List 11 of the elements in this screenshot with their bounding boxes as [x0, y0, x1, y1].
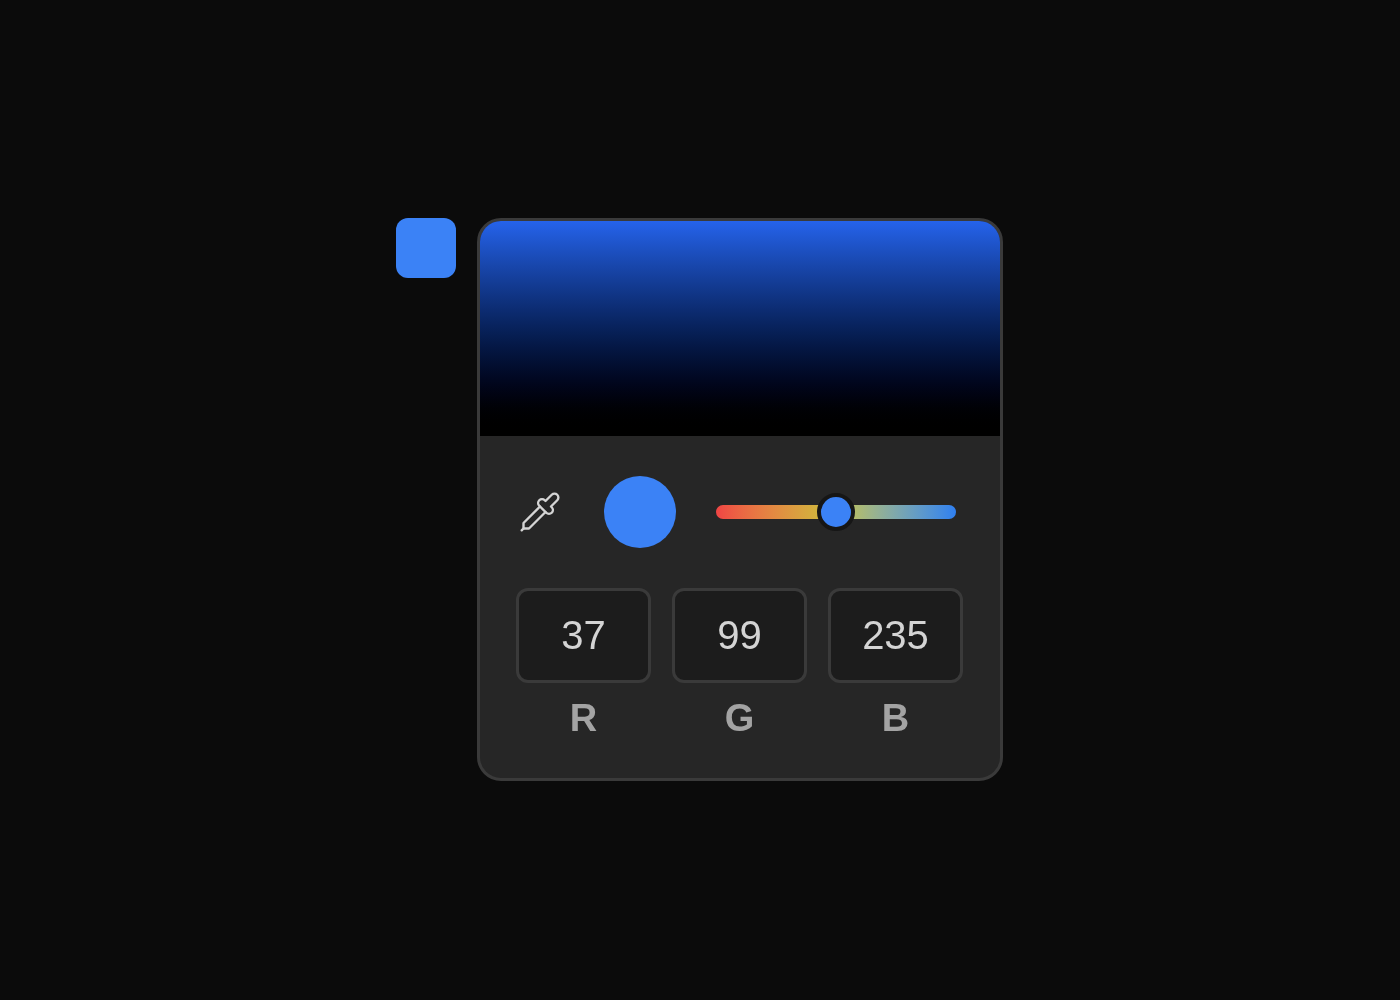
shade-gradient[interactable] — [480, 221, 1000, 436]
channel-label: G — [724, 696, 755, 741]
color-swatch[interactable] — [396, 218, 456, 278]
hue-slider[interactable] — [716, 493, 956, 531]
eyedropper-icon[interactable] — [518, 490, 562, 534]
channel-label: B — [881, 696, 910, 741]
slider-thumb[interactable] — [817, 493, 855, 531]
channel-label: R — [569, 696, 598, 741]
channel-field[interactable]: 99 — [672, 588, 807, 683]
channel-field[interactable]: 235 — [828, 588, 963, 683]
channel-field[interactable]: 37 — [516, 588, 651, 683]
